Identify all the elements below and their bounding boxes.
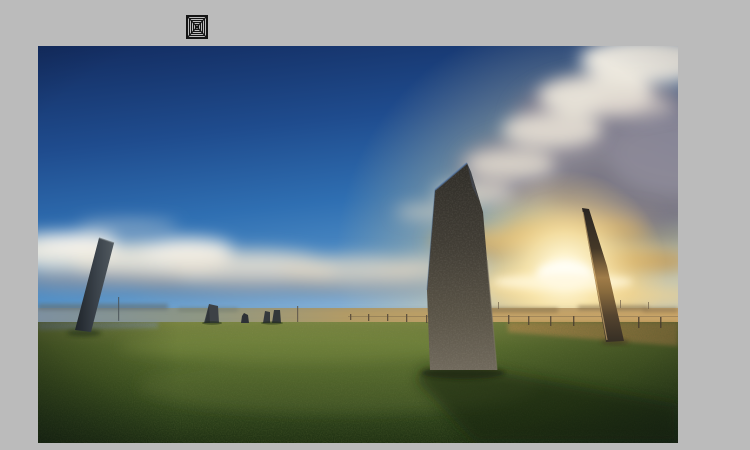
broken-image-icon-svg (186, 15, 208, 39)
photo-scene (38, 46, 678, 443)
vignette (38, 46, 678, 443)
page-canvas (0, 0, 750, 450)
broken-image-icon (186, 15, 208, 39)
standing-stones-photo (38, 46, 678, 443)
